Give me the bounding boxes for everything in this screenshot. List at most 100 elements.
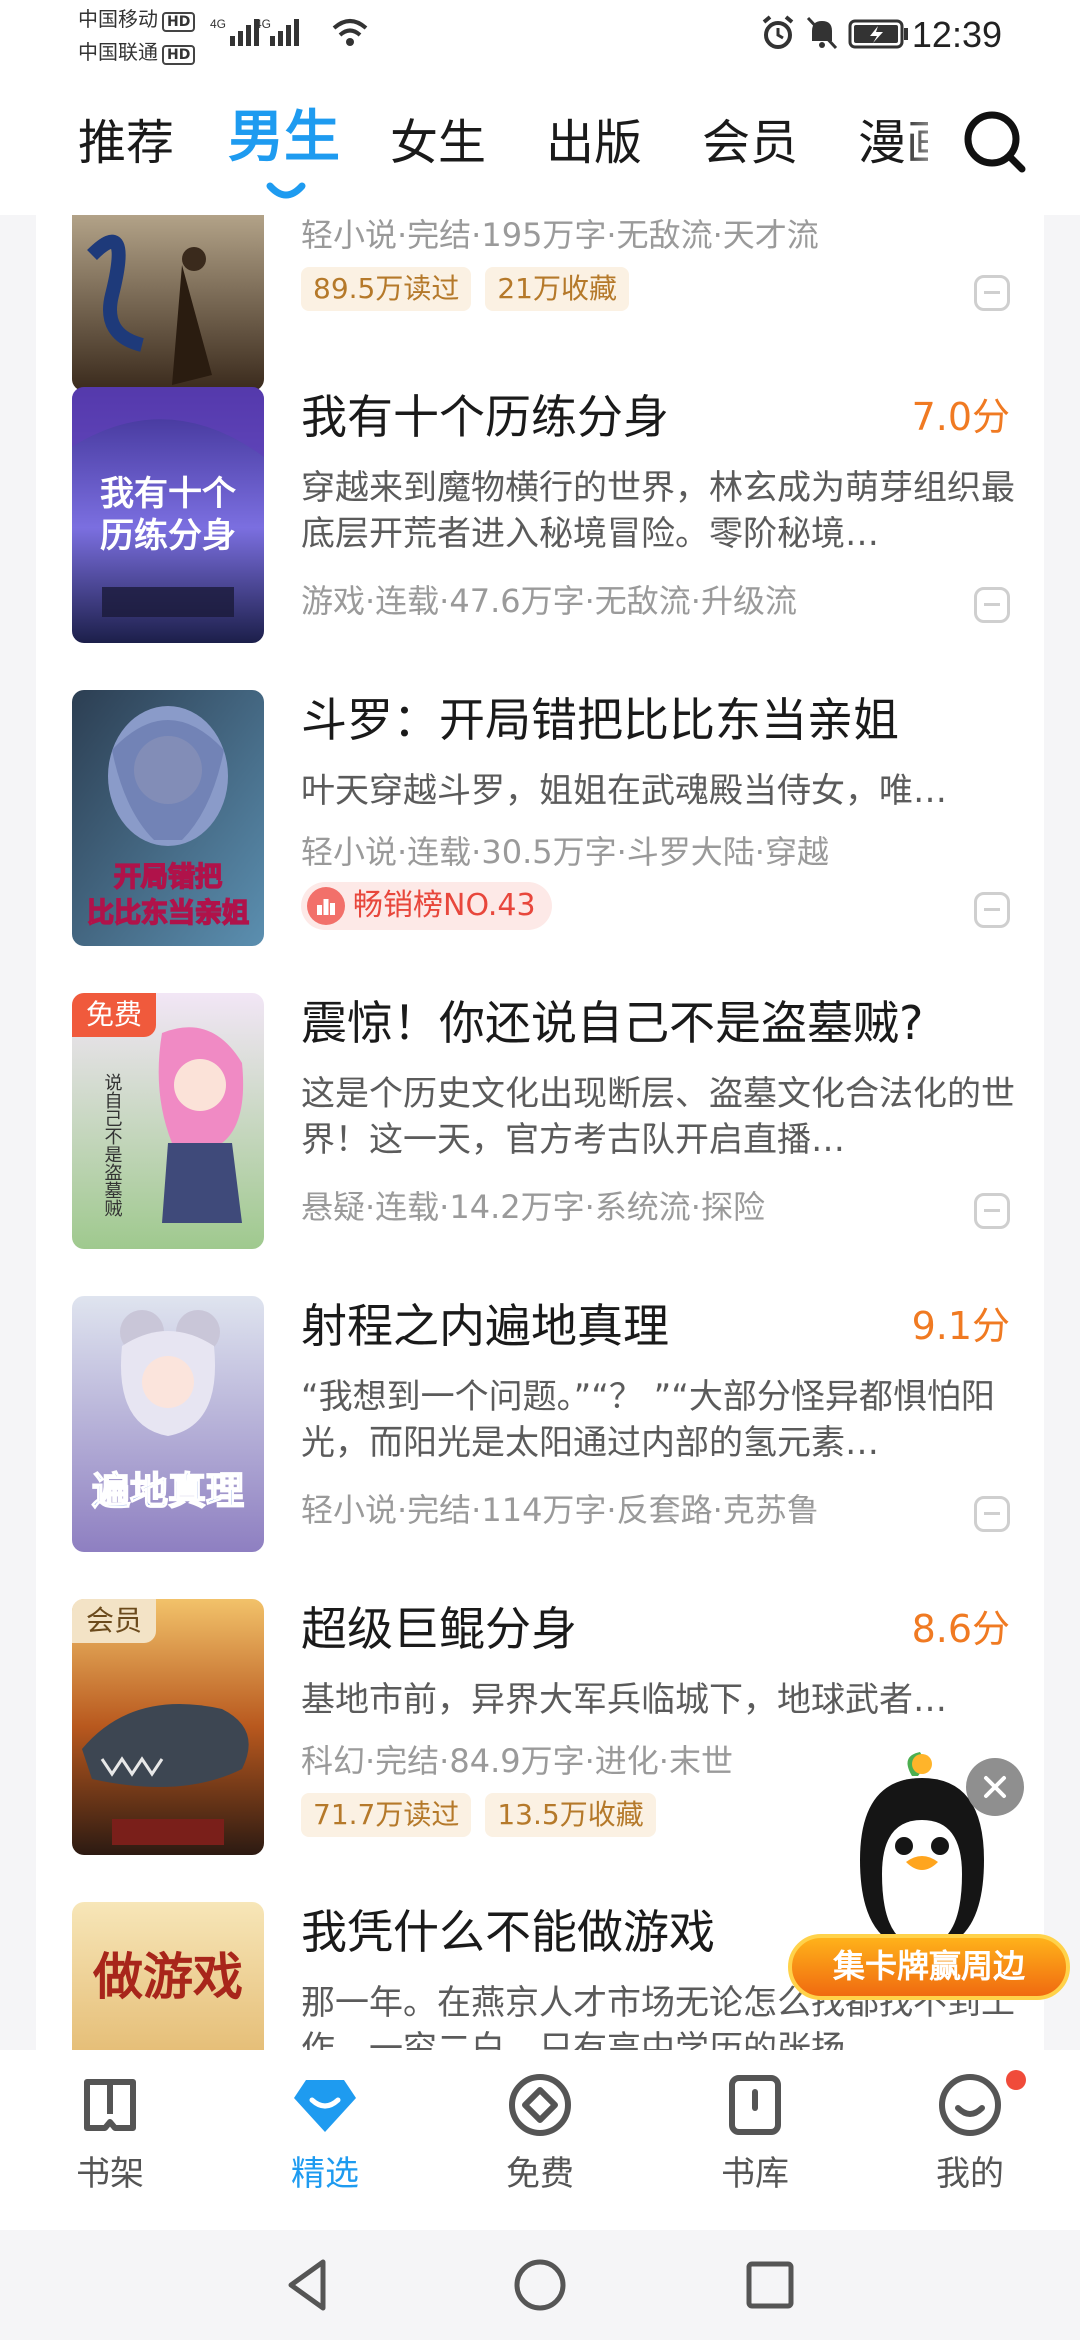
book-meta: 游戏·连载·47.6万字·无敌流·升级流 — [301, 582, 797, 620]
dislike-button[interactable] — [974, 1193, 1010, 1229]
active-tab-indicator — [266, 182, 306, 199]
cover-title-line-1: 我有十个 — [100, 474, 236, 514]
book-cover: 做游戏 — [72, 1902, 264, 2050]
book-title: 射程之内遍地真理 — [301, 1299, 669, 1353]
cover-title: 遍地真理 — [92, 1469, 244, 1513]
book-item[interactable]: 说自己不是盗墓贼 免费 震惊！你还说自己不是盗墓贼? 这是个历史文化出现断层、盗… — [36, 993, 1044, 1293]
nav-free[interactable]: 免费 — [460, 2070, 620, 2196]
book-title: 超级巨鲲分身 — [301, 1602, 577, 1656]
book-cover: 遍地真理 — [72, 1296, 264, 1552]
search-icon[interactable] — [960, 107, 1030, 177]
favorite-count-tag: 13.5万收藏 — [485, 1793, 656, 1837]
book-score: 9.1分 — [911, 1304, 1010, 1348]
dislike-button[interactable] — [974, 892, 1010, 928]
tab-recommend[interactable]: 推荐 — [78, 110, 174, 176]
battery-icon — [848, 19, 908, 49]
nav-bookshelf[interactable]: 书架 — [30, 2070, 190, 2196]
book-cover: 说自己不是盗墓贼 免费 — [72, 993, 264, 1249]
alarm-icon — [762, 15, 794, 49]
home-icon[interactable] — [505, 2250, 575, 2320]
book-title: 我凭什么不能做游戏 — [301, 1905, 715, 1959]
carrier-1: 中国移动 HD — [78, 7, 196, 32]
library-icon — [729, 2075, 781, 2135]
favorite-count-tag: 21万收藏 — [485, 267, 629, 311]
read-count-tag: 71.7万读过 — [301, 1793, 472, 1837]
promo-widget[interactable]: 集卡牌赢周边 — [770, 1750, 1070, 2000]
nav-label: 我的 — [936, 2154, 1004, 2194]
book-cover: 我有十个 历练分身 — [72, 387, 264, 643]
tab-male[interactable]: 男生 — [228, 105, 340, 171]
cover-vertical-title: 说自己不是盗墓贼 — [102, 1073, 123, 1217]
rank-icon — [307, 887, 345, 925]
nav-label: 精选 — [291, 2154, 359, 2194]
close-promo-button[interactable] — [966, 1758, 1024, 1816]
bottom-nav: 书架 精选 免费 书库 我的 — [0, 2050, 1080, 2230]
clock: 12:39 — [911, 14, 1002, 55]
notification-dot — [1006, 2070, 1026, 2090]
dislike-button[interactable] — [974, 1496, 1010, 1532]
nav-library[interactable]: 书库 — [675, 2070, 835, 2196]
nav-featured[interactable]: 精选 — [245, 2070, 405, 2196]
book-score: 8.6分 — [911, 1607, 1010, 1651]
back-icon[interactable] — [275, 2250, 345, 2320]
book-description: 穿越来到魔物横行的世界，林玄成为萌芽组织最底层开荒者进入秘境冒险。零阶秘境… — [301, 468, 1015, 554]
tabs-fade-mask — [900, 95, 960, 195]
promo-label[interactable]: 集卡牌赢周边 — [788, 1934, 1070, 2000]
book-title: 震惊！你还说自己不是盗墓贼? — [301, 996, 924, 1050]
carrier-2: 中国联通 HD — [78, 40, 196, 65]
book-meta: 轻小说·完结·195万字·无敌流·天才流 — [301, 216, 819, 254]
book-item[interactable]: 我有十个 历练分身 我有十个历练分身 7.0分 穿越来到魔物横行的世界，林玄成为… — [36, 387, 1044, 687]
bookshelf-icon — [84, 2079, 136, 2131]
book-cover: 开局错把 比比东当亲姐 — [72, 690, 264, 946]
book-description: 这是个历史文化出现断层、盗墓文化合法化的世界！这一天，官方考古队开启直播… — [301, 1074, 1015, 1160]
book-tags: 畅销榜NO.43 — [301, 882, 552, 930]
network-type-label: 4G — [210, 17, 226, 31]
book-score: 7.0分 — [911, 395, 1010, 439]
profile-icon — [939, 2074, 1001, 2136]
recent-apps-icon[interactable] — [735, 2250, 805, 2320]
system-navigation-bar — [0, 2230, 1080, 2340]
book-meta: 悬疑·连载·14.2万字·系统流·探险 — [301, 1188, 765, 1226]
mute-notifications-icon — [806, 16, 838, 50]
book-item[interactable]: 遍地真理 射程之内遍地真理 9.1分 “我想到一个问题。”“？ ”“大部分怪异都… — [36, 1296, 1044, 1596]
tab-vip[interactable]: 会员 — [702, 110, 798, 176]
nav-profile[interactable]: 我的 — [890, 2070, 1050, 2196]
vip-badge: 会员 — [72, 1599, 157, 1643]
status-bar: 中国移动 HD 中国联通 HD 4G 4G 12:39 — [0, 0, 1080, 75]
free-icon — [509, 2074, 571, 2136]
category-tabs: 推荐 男生 女生 出版 会员 漫画 — [0, 75, 1080, 215]
tab-publish[interactable]: 出版 — [546, 110, 642, 176]
book-item[interactable]: 开局错把 比比东当亲姐 斗罗：开局错把比比东当亲姐 叶天穿越斗罗，姐姐在武魂殿当… — [36, 690, 1044, 990]
book-cover: 会员 — [72, 1599, 264, 1855]
tab-female[interactable]: 女生 — [390, 110, 486, 176]
rank-tag[interactable]: 畅销榜NO.43 — [301, 882, 552, 930]
free-badge: 免费 — [72, 993, 157, 1037]
dislike-button[interactable] — [974, 587, 1010, 623]
read-count-tag: 89.5万读过 — [301, 267, 472, 311]
nav-label: 书架 — [76, 2154, 144, 2194]
featured-icon — [294, 2080, 356, 2132]
cover-title-line-1: 开局错把 — [114, 862, 222, 893]
hd-badge: HD — [162, 45, 196, 65]
cover-title-line-2: 历练分身 — [100, 516, 236, 556]
book-meta: 科幻·完结·84.9万字·进化·末世 — [301, 1742, 733, 1780]
book-description: 基地市前，异界大军兵临城下，地球武者… — [301, 1680, 947, 1720]
nav-label: 免费 — [506, 2154, 574, 2194]
signal-icon: 4G 4G — [210, 17, 299, 46]
book-tags: 89.5万读过 21万收藏 — [301, 267, 629, 311]
cover-title-line-2: 比比东当亲姐 — [87, 897, 249, 929]
nav-label: 书库 — [721, 2154, 789, 2194]
network-type-label: 4G — [255, 17, 271, 31]
book-meta: 轻小说·连载·30.5万字·斗罗大陆·穿越 — [301, 833, 829, 871]
wifi-icon — [332, 19, 368, 46]
rank-label: 畅销榜NO.43 — [353, 888, 536, 923]
book-description: “我想到一个问题。”“？ ”“大部分怪异都惧怕阳光，而阳光是太阳通过内部的氢元素… — [301, 1377, 995, 1463]
carrier-1-label: 中国移动 — [78, 7, 158, 31]
book-title: 我有十个历练分身 — [301, 390, 669, 444]
hd-badge: HD — [162, 12, 196, 32]
cover-title: 做游戏 — [92, 1948, 243, 2006]
book-title: 斗罗：开局错把比比东当亲姐 — [301, 693, 899, 747]
close-icon — [984, 1776, 1006, 1798]
dislike-button[interactable] — [974, 275, 1010, 311]
book-description: 叶天穿越斗罗，姐姐在武魂殿当侍女，唯… — [301, 771, 947, 811]
